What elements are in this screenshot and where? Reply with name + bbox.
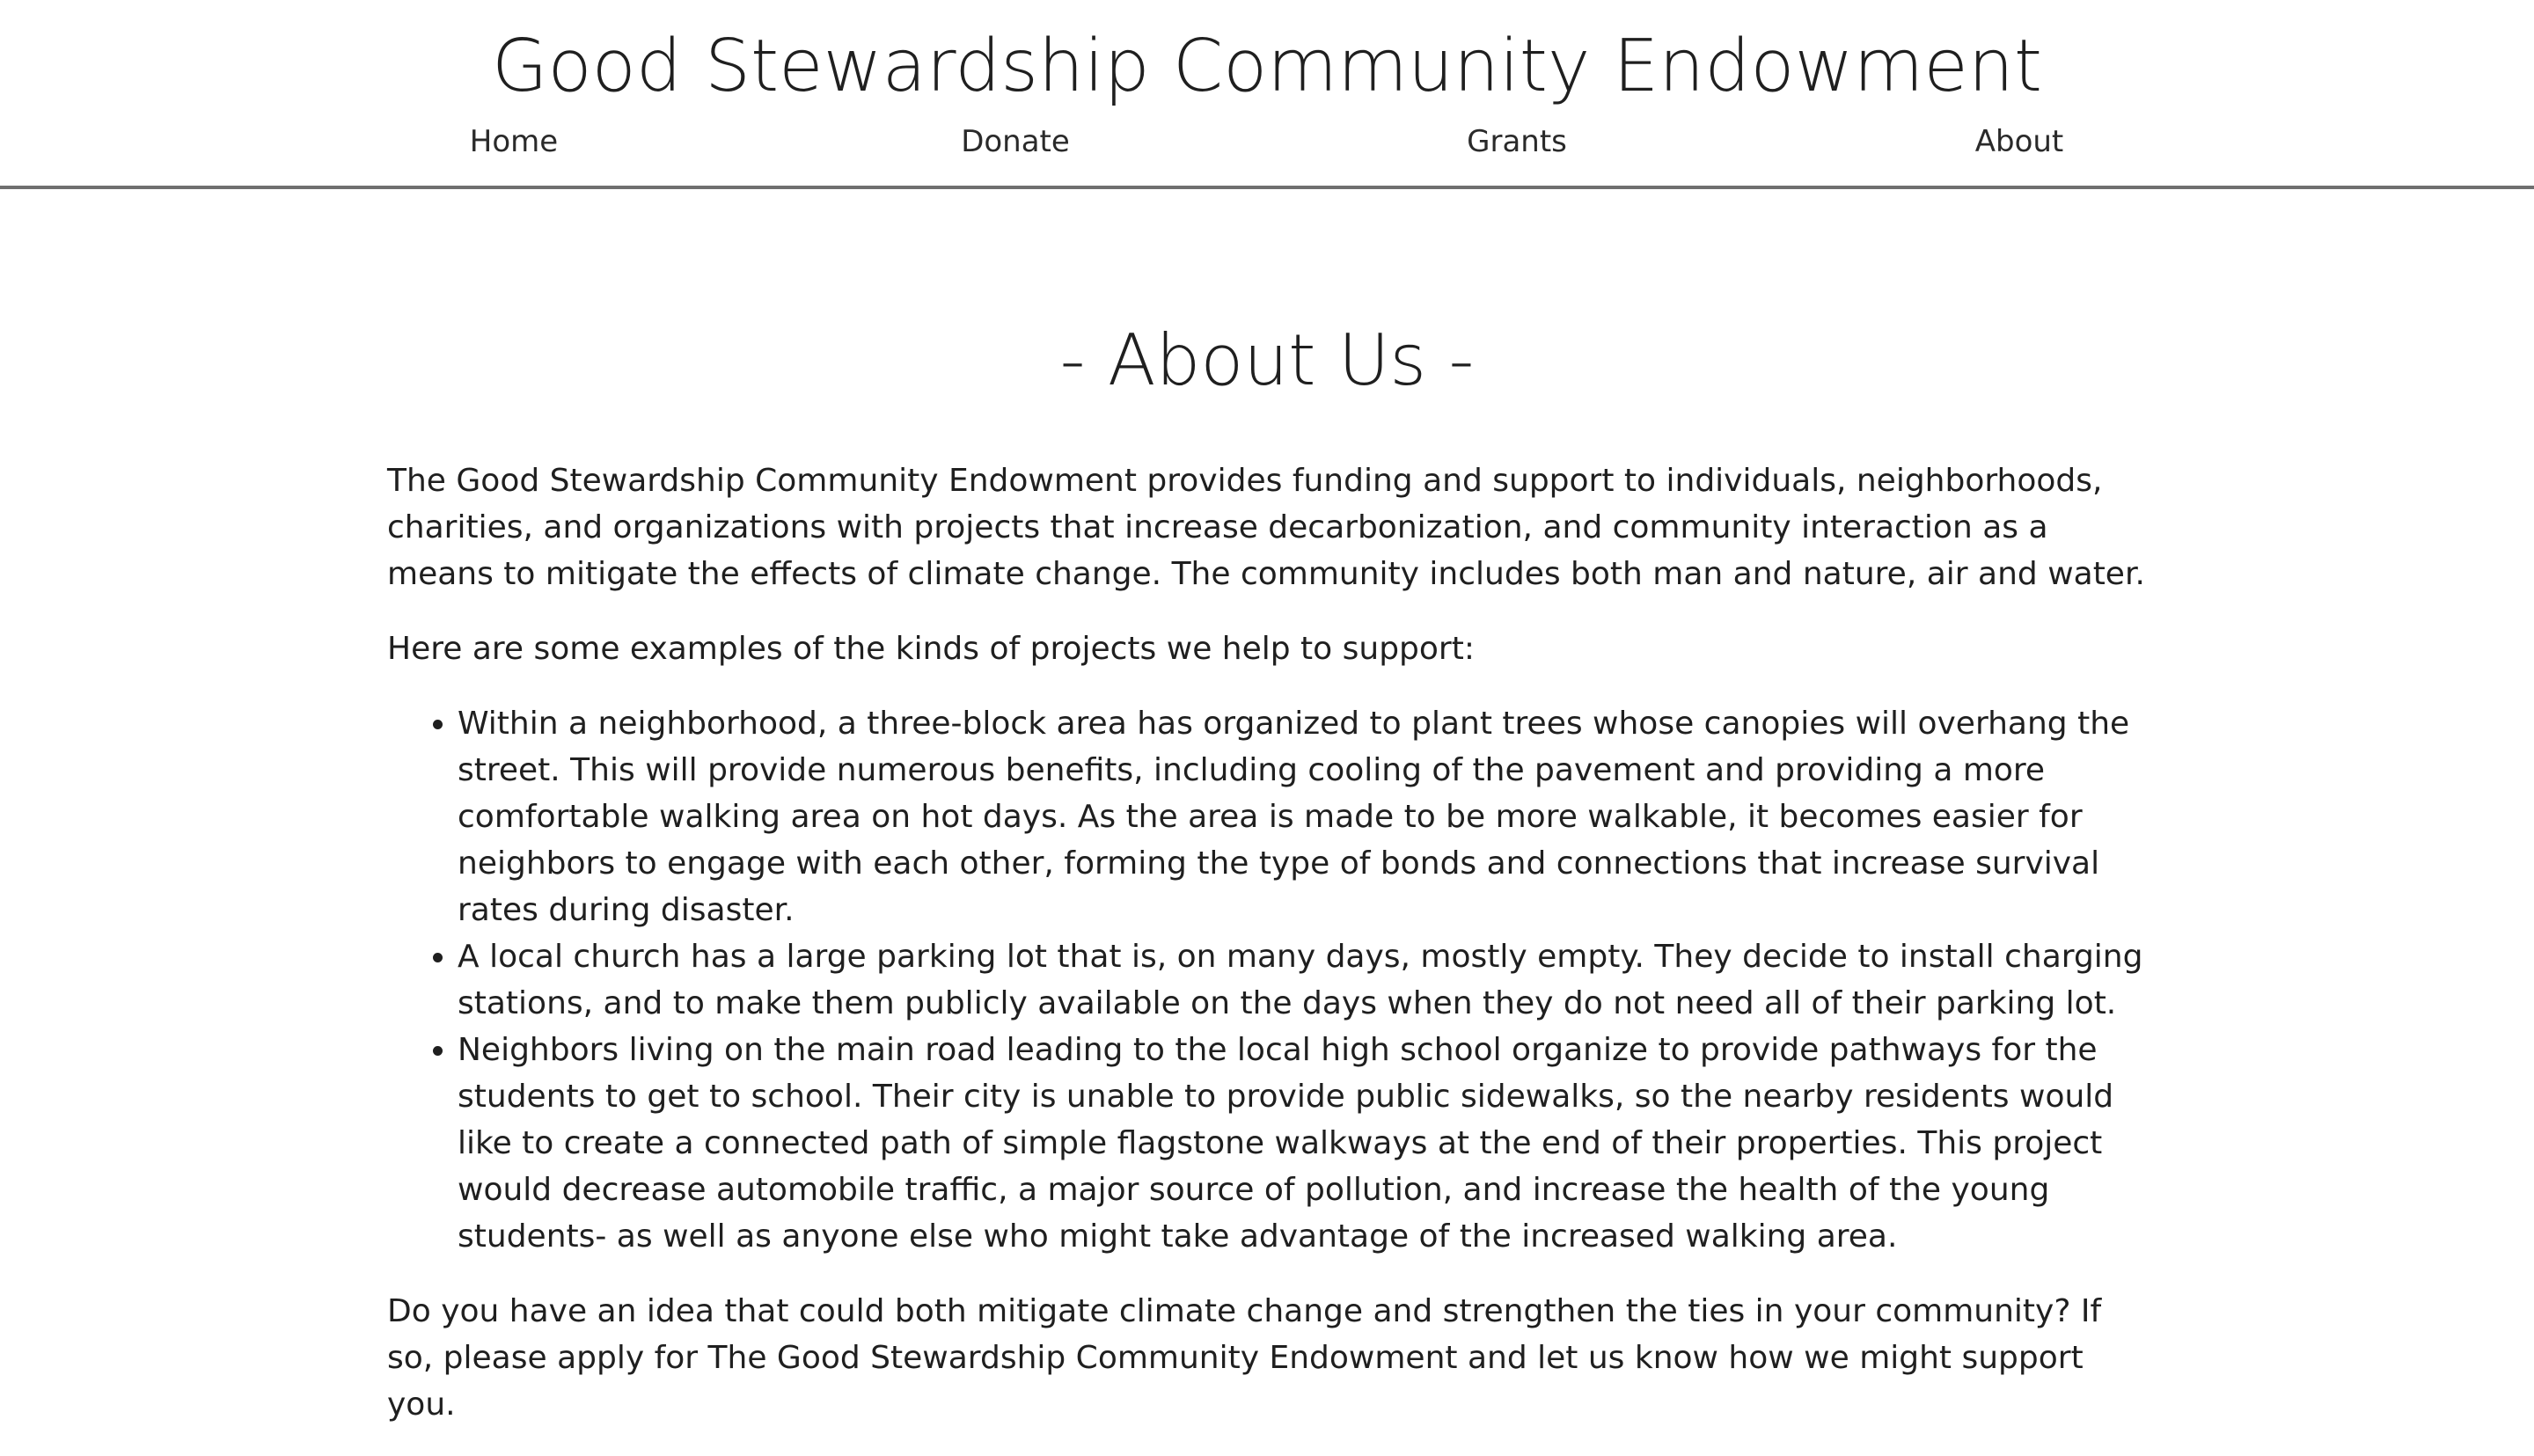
examples-list: Within a neighborhood, a three-block are… bbox=[387, 700, 2147, 1260]
nav-link-about[interactable]: About bbox=[1975, 119, 2064, 165]
nav-link-donate[interactable]: Donate bbox=[961, 119, 1070, 165]
nav-link-grants[interactable]: Grants bbox=[1467, 119, 1567, 165]
page-heading: - About Us - bbox=[1059, 319, 1475, 401]
list-item: A local church has a large parking lot t… bbox=[458, 933, 2147, 1027]
main-content: - About Us - The Good Stewardship Commun… bbox=[387, 317, 2147, 1456]
nav-link-home[interactable]: Home bbox=[470, 119, 558, 165]
list-item: Neighbors living on the main road leadin… bbox=[458, 1027, 2147, 1260]
site-title: Good Stewardship Community Endowment bbox=[491, 25, 2043, 108]
main-nav: Home Donate Grants About bbox=[0, 119, 2534, 165]
examples-intro: Here are some examples of the kinds of p… bbox=[387, 631, 1475, 667]
list-item: Within a neighborhood, a three-block are… bbox=[458, 700, 2147, 933]
intro-paragraph: The Good Stewardship Community Endowment… bbox=[387, 463, 2145, 592]
site-header: Good Stewardship Community Endowment Hom… bbox=[0, 0, 2534, 189]
closing-paragraph: Do you have an idea that could both miti… bbox=[387, 1293, 2102, 1423]
